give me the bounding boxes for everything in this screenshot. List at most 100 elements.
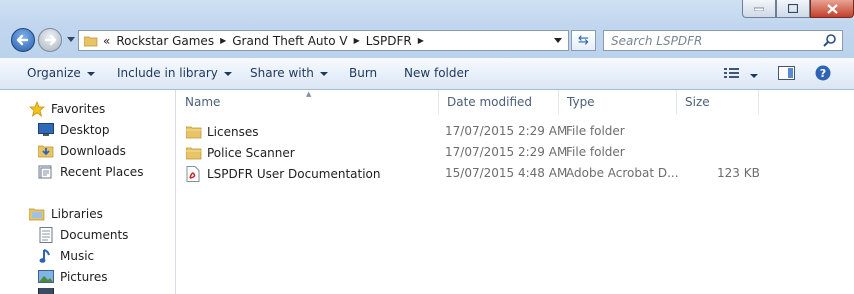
include-in-library-button[interactable]: Include in library [117,66,232,80]
file-date: 17/07/2015 2:29 AM [445,124,568,138]
desktop-icon [38,122,54,138]
nav-pictures-label: Pictures [60,270,108,284]
breadcrumb-separator-icon[interactable]: ▶ [217,36,229,45]
nav-music[interactable]: Music [38,246,94,266]
folder-icon [186,145,202,161]
nav-music-label: Music [60,249,95,263]
navigation-pane: Favorites Desktop Downloads Recent Place… [0,90,176,294]
file-name-cell: Licenses [186,124,259,140]
nav-recent-places-label: Recent Places [60,165,144,179]
close-button[interactable] [810,0,854,18]
nav-documents[interactable]: Documents [38,225,128,245]
file-name-cell: Police Scanner [186,145,295,161]
breadcrumb-separator-icon[interactable]: ▶ [351,36,363,45]
refresh-icon: ⇆ [578,33,589,48]
file-row[interactable]: Police Scanner 17/07/2015 2:29 AM File f… [177,142,854,163]
pictures-icon [38,269,54,285]
forward-button[interactable] [38,28,62,52]
nav-downloads[interactable]: Downloads [38,141,126,161]
refresh-button[interactable]: ⇆ [571,30,596,51]
recent-pages-dropdown[interactable] [67,37,75,42]
search-placeholder: Search LSPDFR [611,34,703,48]
change-view-button[interactable] [724,67,758,82]
folder-icon [82,35,100,47]
file-name: Police Scanner [207,146,295,160]
maximize-button[interactable] [776,0,810,18]
breadcrumb-rockstar-games[interactable]: Rockstar Games [113,34,217,48]
minimize-icon [754,7,764,11]
nav-favorites-label: Favorites [51,102,106,116]
chevron-down-icon [86,71,95,76]
file-type: File folder [566,145,625,159]
minimize-button[interactable] [742,0,776,18]
libraries-icon [29,206,45,222]
breadcrumb-overflow[interactable]: « [100,34,113,48]
breadcrumb: « Rockstar Games ▶ Grand Theft Auto V ▶ … [100,31,427,50]
file-row[interactable]: Licenses 17/07/2015 2:29 AM File folder [177,121,854,142]
forward-arrow-icon [44,34,57,46]
include-in-library-label: Include in library [117,66,218,80]
help-button[interactable]: ? [815,65,831,84]
breadcrumb-lspdfr[interactable]: LSPDFR [363,34,415,48]
chevron-down-icon [319,71,328,76]
file-name: LSPDFR User Documentation [207,167,381,181]
nav-next-item-partial[interactable] [38,288,60,294]
file-size: 123 KB [717,166,760,180]
music-icon [38,248,54,264]
search-box[interactable]: Search LSPDFR [603,30,843,51]
share-with-button[interactable]: Share with [250,66,328,80]
address-dropdown-icon[interactable] [554,38,562,43]
new-folder-button[interactable]: New folder [404,66,469,80]
column-header-date-modified[interactable]: Date modified [439,90,559,114]
video-icon [38,288,54,294]
title-bar: « Rockstar Games ▶ Grand Theft Auto V ▶ … [0,0,854,58]
back-button[interactable] [11,28,35,52]
nav-libraries-label: Libraries [51,207,103,221]
sort-ascending-icon: ▲ [306,90,312,98]
file-name-cell: LSPDFR User Documentation [186,166,381,182]
command-bar: Organize Include in library Share with B… [0,58,854,90]
nav-desktop[interactable]: Desktop [38,120,110,140]
close-icon [826,3,838,14]
file-type: Adobe Acrobat D... [566,166,679,180]
downloads-icon [38,143,54,159]
help-icon: ? [815,65,831,81]
file-name: Licenses [207,125,259,139]
recent-places-icon [38,164,54,180]
breadcrumb-separator-icon[interactable]: ▶ [415,36,427,45]
organize-button[interactable]: Organize [27,66,95,80]
window-controls [742,0,854,18]
nav-downloads-label: Downloads [60,144,126,158]
folder-icon [186,124,202,140]
nav-recent-places[interactable]: Recent Places [38,162,143,182]
breadcrumb-grand-theft-auto-v[interactable]: Grand Theft Auto V [229,34,350,48]
file-type: File folder [566,124,625,138]
svg-text:?: ? [820,67,826,80]
chevron-down-icon [223,71,232,76]
address-bar[interactable]: « Rockstar Games ▶ Grand Theft Auto V ▶ … [78,30,569,51]
back-arrow-icon [16,34,29,46]
column-header-size[interactable]: Size [677,90,759,114]
star-icon [29,101,45,117]
file-list: Name ▲ Date modified Type Size Licenses … [177,90,854,294]
view-options-chevron-icon[interactable] [749,73,758,78]
share-with-label: Share with [250,66,314,80]
organize-label: Organize [27,66,81,80]
maximize-icon [788,4,798,13]
file-date: 15/07/2015 4:48 AM [445,166,568,180]
nav-libraries[interactable]: Libraries [29,204,103,224]
pdf-icon [186,166,202,182]
nav-pictures[interactable]: Pictures [38,267,108,287]
preview-pane-icon [778,66,795,80]
search-icon[interactable] [823,33,837,50]
view-list-icon [724,68,739,78]
burn-button[interactable]: Burn [349,66,377,80]
nav-desktop-label: Desktop [60,123,110,137]
nav-favorites[interactable]: Favorites [29,99,105,119]
column-header-type[interactable]: Type [559,90,677,114]
preview-pane-button[interactable] [778,66,795,83]
file-date: 17/07/2015 2:29 AM [445,145,568,159]
file-row[interactable]: LSPDFR User Documentation 15/07/2015 4:4… [177,163,854,184]
documents-icon [38,227,54,243]
nav-documents-label: Documents [60,228,129,242]
